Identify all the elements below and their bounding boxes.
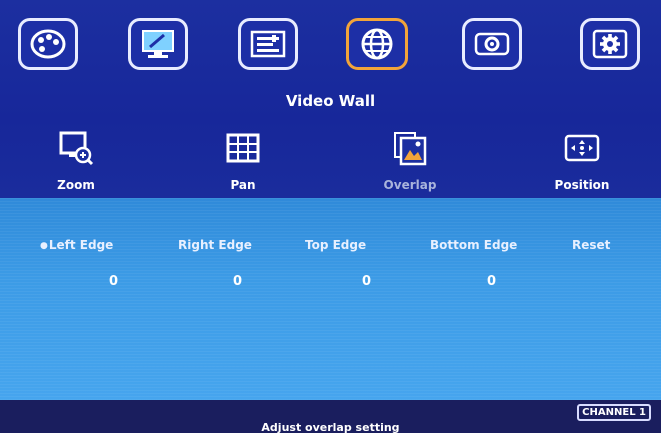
status-text: Adjust overlap setting [261, 421, 400, 433]
left-edge-value[interactable]: 0 [109, 274, 118, 289]
submenu-zoom[interactable]: Zoom [21, 130, 131, 192]
bottom-edge-label[interactable]: Bottom Edge [430, 238, 517, 252]
right-edge-label[interactable]: Right Edge [178, 238, 252, 252]
submenu-label: Overlap [383, 178, 437, 192]
osd-menu: Video Wall Zoom Pan Overlap Position ● L… [0, 0, 661, 433]
right-edge-value[interactable]: 0 [233, 274, 242, 289]
adjust-bars-icon[interactable] [238, 18, 298, 70]
projector-icon[interactable] [462, 18, 522, 70]
position-arrows-icon [564, 134, 600, 162]
overlap-panel: Left Edge Right Edge Top Edge Bottom Edg… [0, 198, 661, 400]
status-bar: CHANNEL 1 Adjust overlap setting [0, 400, 661, 433]
submenu-pan[interactable]: Pan [188, 130, 298, 192]
zoom-icon [59, 131, 94, 166]
menu-title: Video Wall [285, 92, 376, 110]
submenu-overlap[interactable]: Overlap [355, 130, 465, 192]
globe-icon[interactable] [346, 18, 408, 70]
pc-settings-icon[interactable] [128, 18, 188, 70]
gear-icon[interactable] [580, 18, 640, 70]
submenu-label: Position [554, 178, 610, 192]
left-edge-label[interactable]: Left Edge [40, 238, 113, 252]
top-edge-value[interactable]: 0 [362, 274, 371, 289]
palette-icon[interactable] [18, 18, 78, 70]
grid-icon [226, 133, 260, 163]
submenu-position[interactable]: Position [527, 130, 637, 192]
top-edge-label[interactable]: Top Edge [305, 238, 366, 252]
bottom-edge-value[interactable]: 0 [487, 274, 496, 289]
overlap-icon [394, 132, 427, 166]
top-menu: Video Wall Zoom Pan Overlap Position [0, 0, 661, 198]
submenu-label: Zoom [57, 178, 95, 192]
reset-button[interactable]: Reset [572, 238, 610, 252]
channel-badge: CHANNEL 1 [577, 404, 651, 421]
submenu-label: Pan [230, 178, 256, 192]
